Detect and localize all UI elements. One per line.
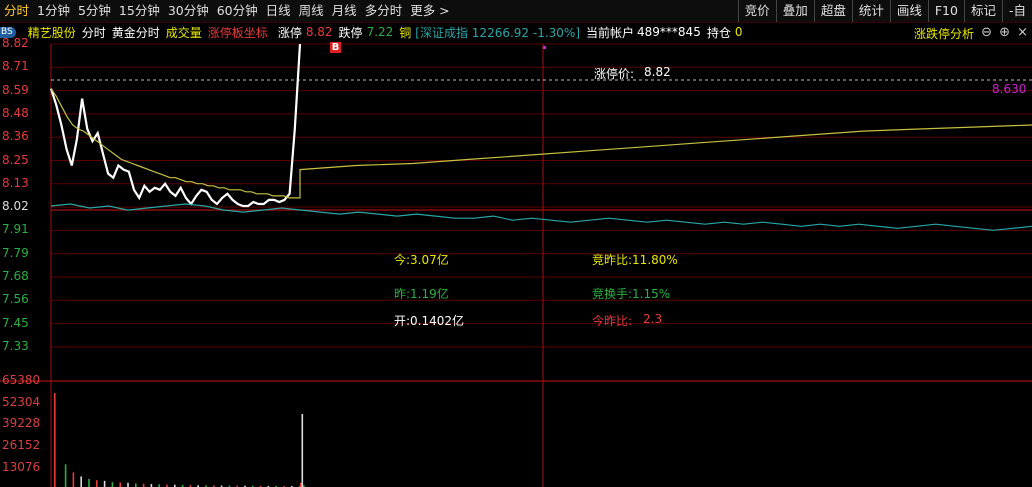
price-tick-label: 8.71 xyxy=(2,59,29,74)
volume-bar xyxy=(103,480,106,487)
price-tick-label: 8.36 xyxy=(2,129,29,144)
price-tick-label: 7.91 xyxy=(2,222,29,237)
limit-price-value: 8.82 xyxy=(644,65,671,79)
right-price-label: 8.630 xyxy=(992,82,1027,96)
intraday-chart[interactable] xyxy=(0,0,1032,487)
volume-bar xyxy=(111,482,114,487)
volume-bar xyxy=(54,392,56,487)
price-tick-label: 7.79 xyxy=(2,245,29,260)
limit-price-label: 涨停价: xyxy=(594,67,635,81)
average-price-line xyxy=(50,88,1032,199)
buy-marker[interactable]: B xyxy=(330,42,341,53)
price-tick-label: 8.82 xyxy=(2,36,29,50)
volume-bar xyxy=(80,476,82,487)
price-tick-label: 8.48 xyxy=(2,105,29,120)
price-tick-label: 7.45 xyxy=(2,315,29,330)
stat-today-ratio-label: 今昨比: xyxy=(592,314,633,328)
volume-bar xyxy=(96,480,98,487)
volume-tick-label: 39228 xyxy=(2,416,41,431)
volume-bar xyxy=(72,472,75,487)
volume-bar xyxy=(127,482,129,487)
volume-tick-label: 26152 xyxy=(2,438,41,453)
price-tick-label: 8.02 xyxy=(2,199,29,214)
price-tick-label: 8.59 xyxy=(2,82,29,97)
volume-bar xyxy=(300,482,302,487)
stat-auction-turnover: 竞换手:1.15% xyxy=(592,287,671,301)
stat-today: 今:3.07亿 xyxy=(394,253,449,267)
stat-yesterday: 昨:1.19亿 xyxy=(394,287,449,301)
volume-bar xyxy=(135,483,137,487)
volume-bar xyxy=(88,478,90,487)
time-marker xyxy=(543,46,546,49)
price-tick-label: 7.33 xyxy=(2,338,29,353)
price-tick-label: 8.25 xyxy=(2,152,29,167)
volume-tick-label: 52304 xyxy=(2,394,41,409)
stat-auction-ratio: 竞昨比:11.80% xyxy=(592,253,678,267)
stat-open: 开:0.1402亿 xyxy=(394,314,465,328)
volume-bar xyxy=(301,414,304,487)
price-tick-label: 8.13 xyxy=(2,175,29,190)
index-line xyxy=(50,203,1032,231)
price-tick-label: 7.56 xyxy=(2,292,29,307)
volume-bar xyxy=(64,464,67,487)
price-tick-label: 7.68 xyxy=(2,269,29,283)
price-line xyxy=(49,43,302,208)
stat-today-ratio-value: 2.3 xyxy=(643,312,663,326)
volume-tick-label: 13076 xyxy=(2,459,41,474)
volume-tick-label: 65380 xyxy=(2,373,41,387)
volume-bar xyxy=(119,482,121,487)
